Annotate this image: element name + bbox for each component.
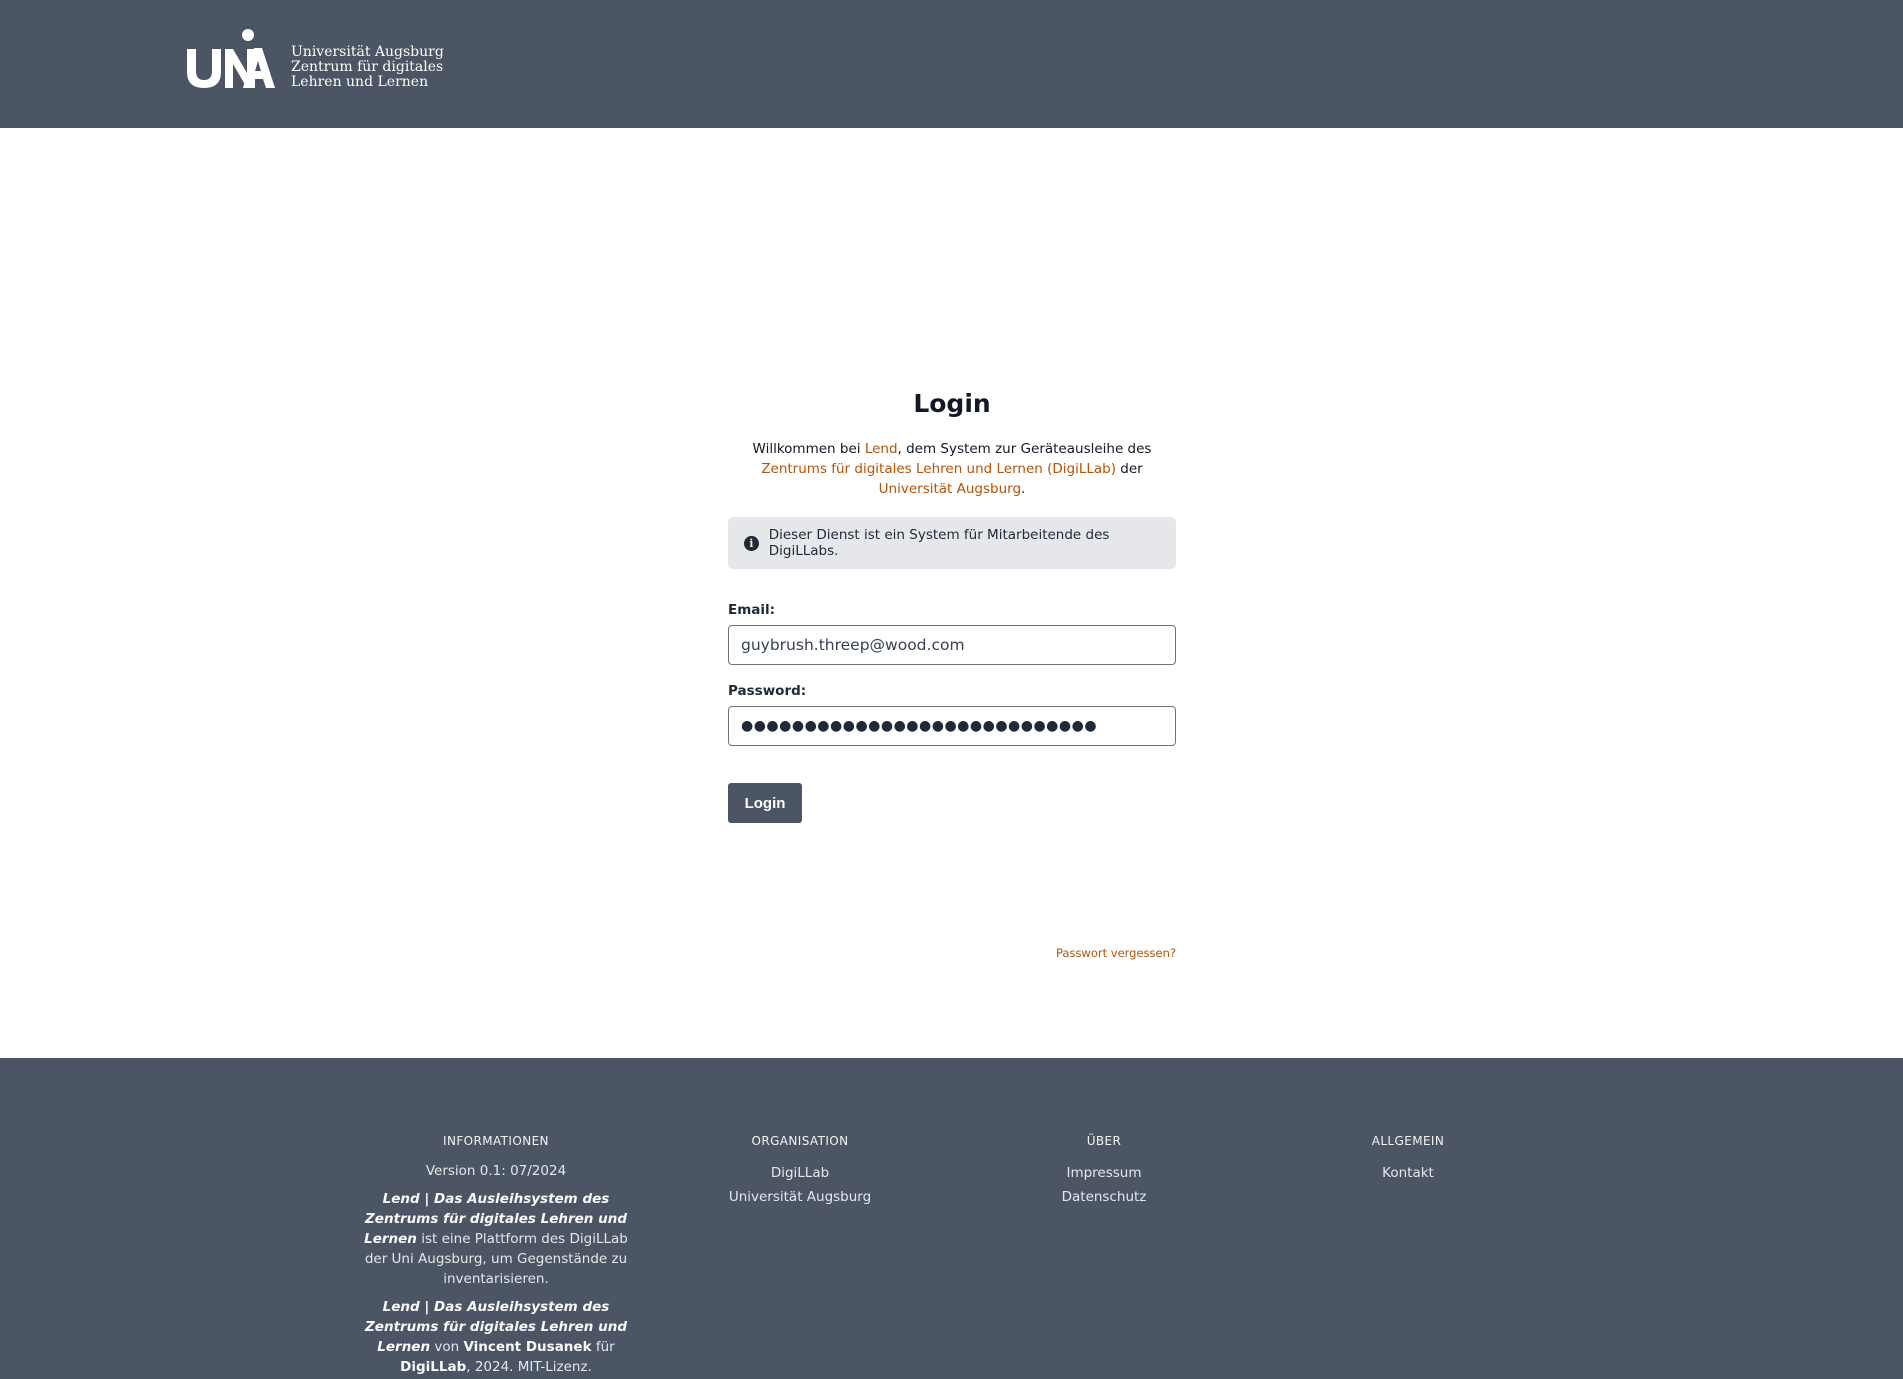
footer-col-allgemein: ALLGEMEIN Kontakt [1273, 1131, 1543, 1185]
welcome-text-part: Willkommen bei [752, 441, 865, 457]
site-header: Universität Augsburg Zentrum für digital… [0, 0, 1903, 128]
logo-line-2: Zentrum für digitales [291, 59, 444, 75]
welcome-text: Willkommen bei Lend, dem System zur Gerä… [728, 439, 1176, 499]
logo-line-1: Universität Augsburg [291, 44, 444, 60]
login-button[interactable]: Login [728, 783, 802, 823]
footer-col-ueber: ÜBER Impressum Datenschutz [969, 1131, 1239, 1209]
info-paragraph-2-text: für [591, 1339, 615, 1355]
info-paragraph-1: Lend | Das Ausleihsystem des Zentrums fü… [361, 1189, 631, 1289]
password-label: Password: [728, 683, 807, 699]
logo-line-3: Lehren und Lernen [291, 74, 429, 90]
email-field[interactable]: guybrush.threep@wood.com [728, 625, 1176, 665]
footer-link-digillab[interactable]: DigiLLab [665, 1161, 935, 1185]
uni-augsburg-logo[interactable] [185, 27, 285, 91]
info-paragraph-2-text: , 2024. MIT-Lizenz. [466, 1359, 592, 1375]
footer-heading-informationen: INFORMATIONEN [443, 1134, 549, 1148]
site-footer: INFORMATIONEN Version 0.1: 07/2024 Lend … [0, 1058, 1903, 1379]
main-content: Login Willkommen bei Lend, dem System zu… [0, 128, 1903, 1058]
forgot-password-link[interactable]: Passwort vergessen? [1056, 946, 1176, 960]
info-paragraph-2: Lend | Das Ausleihsystem des Zentrums fü… [361, 1297, 631, 1377]
footer-link-universitaet-augsburg[interactable]: Universität Augsburg [665, 1185, 935, 1209]
notice-text: Dieser Dienst ist ein System für Mitarbe… [768, 527, 1110, 559]
info-paragraph-2-text: von [430, 1339, 464, 1355]
footer-col-organisation: ORGANISATION DigiLLab Universität Augsbu… [665, 1131, 935, 1209]
footer-link-impressum[interactable]: Impressum [969, 1161, 1239, 1185]
footer-heading-organisation: ORGANISATION [751, 1134, 849, 1148]
info-icon: i [744, 535, 759, 551]
page-title: Login [913, 389, 991, 418]
footer-link-datenschutz[interactable]: Datenschutz [969, 1185, 1239, 1209]
logo-text: Universität Augsburg Zentrum für digital… [291, 45, 444, 90]
uni-logo-mark-icon [187, 29, 275, 88]
welcome-text-part: , dem System zur Geräteausleihe des [897, 441, 1152, 457]
login-form: Login Willkommen bei Lend, dem System zu… [728, 388, 1176, 960]
welcome-text-part: . [1021, 481, 1026, 497]
org-name: DigiLLab [400, 1359, 467, 1375]
password-field[interactable]: ●●●●●●●●●●●●●●●●●●●●●●●●●●●● [728, 706, 1176, 746]
footer-heading-allgemein: ALLGEMEIN [1371, 1134, 1445, 1148]
zentrum-link[interactable]: Zentrums für digitales Lehren und Lernen… [761, 461, 1116, 477]
email-label: Email: [728, 602, 776, 618]
welcome-text-part: der [1116, 461, 1143, 477]
footer-col-informationen: INFORMATIONEN Version 0.1: 07/2024 Lend … [361, 1131, 631, 1377]
footer-link-kontakt[interactable]: Kontakt [1273, 1161, 1543, 1185]
footer-heading-ueber: ÜBER [1086, 1134, 1122, 1148]
universitaet-link[interactable]: Universität Augsburg [879, 481, 1021, 497]
version-text: Version 0.1: 07/2024 [425, 1163, 567, 1179]
lend-link[interactable]: Lend [865, 441, 898, 457]
author-name: Vincent Dusanek [463, 1339, 592, 1355]
info-notice: i Dieser Dienst ist ein System für Mitar… [728, 517, 1176, 569]
